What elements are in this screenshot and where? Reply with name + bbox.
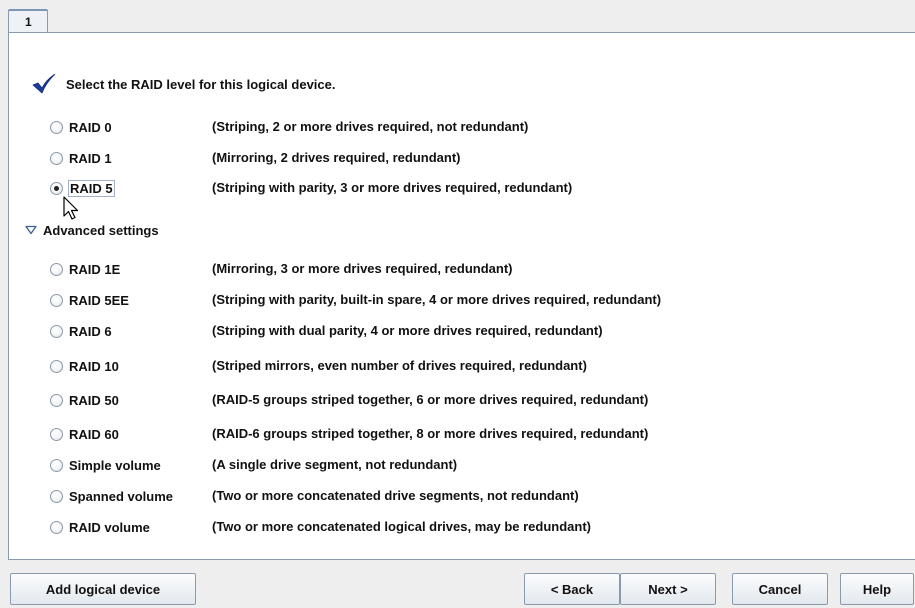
radio-button[interactable]: [50, 520, 63, 534]
header-row: Select the RAID level for this logical d…: [32, 73, 335, 95]
triangle-down-icon[interactable]: [25, 225, 37, 235]
option-label: RAID 5: [68, 179, 115, 197]
option-description: (RAID-5 groups striped together, 6 or mo…: [212, 392, 649, 407]
radio-button-selected[interactable]: [50, 181, 63, 195]
option-description: (A single drive segment, not redundant): [212, 457, 458, 472]
option-label: RAID volume: [69, 519, 150, 535]
radio-option-raid-volume[interactable]: RAID volume (Two or more concatenated lo…: [50, 517, 591, 537]
radio-option-raid-50[interactable]: RAID 50 (RAID-5 groups striped together,…: [50, 390, 648, 410]
raid-level-wizard: 1 Select the RAID level for this logical…: [0, 0, 915, 608]
option-label: RAID 1E: [69, 261, 121, 277]
radio-option-raid-6[interactable]: RAID 6 (Striping with dual parity, 4 or …: [50, 321, 603, 341]
option-label: RAID 1: [69, 150, 112, 166]
radio-option-raid-10[interactable]: RAID 10 (Striped mirrors, even number of…: [50, 356, 587, 376]
radio-option-raid-1[interactable]: RAID 1 (Mirroring, 2 drives required, re…: [50, 148, 460, 168]
radio-button[interactable]: [50, 458, 63, 472]
option-label: RAID 6: [69, 323, 112, 339]
tab-accent: [8, 9, 48, 11]
mouse-cursor-icon: [63, 196, 79, 220]
option-description: (Striped mirrors, even number of drives …: [212, 358, 587, 373]
radio-button[interactable]: [50, 359, 63, 373]
radio-option-raid-0[interactable]: RAID 0 (Striping, 2 or more drives requi…: [50, 117, 528, 137]
radio-button[interactable]: [50, 262, 63, 276]
radio-option-spanned-volume[interactable]: Spanned volume (Two or more concatenated…: [50, 486, 579, 506]
header-text: Select the RAID level for this logical d…: [66, 76, 336, 92]
radio-option-raid-1e[interactable]: RAID 1E (Mirroring, 3 or more drives req…: [50, 259, 513, 279]
radio-option-raid-60[interactable]: RAID 60 (RAID-6 groups striped together,…: [50, 424, 648, 444]
radio-button[interactable]: [50, 151, 63, 165]
add-logical-device-button[interactable]: Add logical device: [10, 573, 196, 605]
option-description: (Mirroring, 2 drives required, redundant…: [212, 150, 461, 165]
advanced-settings-label: Advanced settings: [43, 222, 159, 238]
radio-option-raid-5ee[interactable]: RAID 5EE (Striping with parity, built-in…: [50, 290, 661, 310]
option-label: RAID 10: [69, 358, 119, 374]
option-label: RAID 50: [69, 392, 119, 408]
option-description: (RAID-6 groups striped together, 8 or mo…: [212, 426, 649, 441]
advanced-settings-toggle[interactable]: Advanced settings: [25, 220, 159, 240]
radio-button[interactable]: [50, 489, 63, 503]
option-description: (Striping with dual parity, 4 or more dr…: [212, 323, 603, 338]
option-description: (Striping, 2 or more drives required, no…: [212, 119, 529, 134]
tab-1-label: 1: [25, 15, 32, 29]
option-description: (Striping with parity, 3 or more drives …: [212, 180, 573, 195]
option-label: RAID 5EE: [69, 292, 129, 308]
option-label: Simple volume: [69, 457, 161, 473]
radio-option-simple-volume[interactable]: Simple volume (A single drive segment, n…: [50, 455, 457, 475]
radio-button[interactable]: [50, 120, 63, 134]
option-description: (Two or more concatenated drive segments…: [212, 488, 579, 503]
option-label: RAID 0: [69, 119, 112, 135]
radio-button[interactable]: [50, 427, 63, 441]
option-description: (Two or more concatenated logical drives…: [212, 519, 592, 534]
option-label: RAID 60: [69, 426, 119, 442]
radio-button[interactable]: [50, 393, 63, 407]
back-button[interactable]: < Back: [524, 573, 620, 605]
option-description: (Mirroring, 3 or more drives required, r…: [212, 261, 513, 276]
next-button[interactable]: Next >: [620, 573, 716, 605]
option-label: Spanned volume: [69, 488, 174, 504]
tab-1[interactable]: 1: [8, 9, 48, 33]
radio-button[interactable]: [50, 293, 63, 307]
option-description: (Striping with parity, built-in spare, 4…: [212, 292, 662, 307]
cancel-button[interactable]: Cancel: [732, 573, 828, 605]
radio-button[interactable]: [50, 324, 63, 338]
radio-option-raid-5[interactable]: RAID 5 (Striping with parity, 3 or more …: [50, 178, 572, 198]
help-button[interactable]: Help: [840, 573, 914, 605]
checkmark-icon: [32, 74, 56, 94]
